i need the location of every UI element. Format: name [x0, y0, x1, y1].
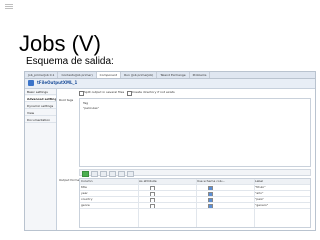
component-header: tFileOutputXML_1	[25, 79, 315, 89]
root-tags-value[interactable]: "peliculas"	[83, 106, 99, 110]
output-format-table: Column As attribute Use schema colu... L…	[79, 178, 311, 228]
root-tags-header: Tag	[83, 101, 89, 105]
output-format-label: Output format	[59, 178, 81, 182]
column-divider	[254, 179, 255, 227]
create-dir-label: Create directory if not exists	[132, 90, 175, 94]
tab-job[interactable]: Job_primerJob 0.1	[25, 72, 59, 78]
copy-icon[interactable]	[118, 171, 125, 177]
move-down-icon[interactable]	[109, 171, 116, 177]
move-up-icon[interactable]	[100, 171, 107, 177]
component-icon	[28, 80, 34, 86]
tab-contexts[interactable]: Contexts(Job primer)	[58, 72, 97, 78]
add-row-icon[interactable]	[82, 171, 89, 177]
root-tags-label: Root tags	[59, 98, 74, 102]
editor-tab-bar: Job_primerJob 0.1 Contexts(Job primer) C…	[25, 72, 315, 79]
nav-documentation[interactable]: Documentation	[25, 117, 56, 123]
root-tags-table: Tag "peliculas"	[79, 98, 311, 167]
remove-row-icon[interactable]	[91, 171, 98, 177]
nav-dynamic-settings[interactable]: Dynamic settings	[25, 103, 56, 109]
row-divider	[80, 202, 310, 203]
row-divider	[80, 190, 310, 191]
row-divider	[80, 184, 310, 185]
settings-nav: Basic settings Advanced settings Dynamic…	[25, 89, 57, 230]
tab-talend-exchange[interactable]: Talend Exchange	[157, 72, 190, 78]
nav-view[interactable]: View	[25, 110, 56, 116]
slide-subtitle: Esquema de salida:	[26, 56, 114, 67]
tab-component[interactable]: Component	[96, 72, 122, 78]
talend-screenshot: Job_primerJob 0.1 Contexts(Job primer) C…	[24, 71, 316, 231]
nav-advanced-settings[interactable]: Advanced settings	[25, 96, 56, 102]
split-output-label: Split output in several files	[84, 90, 125, 94]
slide-title: Jobs (V)	[19, 31, 101, 56]
table-toolbar	[79, 169, 311, 177]
tab-problems[interactable]: Problems	[190, 72, 211, 78]
row-divider	[80, 196, 310, 197]
column-divider	[138, 179, 139, 227]
nav-basic-settings[interactable]: Basic settings	[25, 89, 56, 95]
component-name: tFileOutputXML_1	[37, 80, 78, 85]
tab-run[interactable]: Run (Job primerJob)	[121, 72, 158, 78]
settings-panel: Split output in several files Create dir…	[57, 89, 315, 230]
column-divider	[196, 179, 197, 227]
row-divider	[80, 208, 310, 209]
slide-decoration	[5, 4, 13, 10]
paste-icon[interactable]	[127, 171, 134, 177]
